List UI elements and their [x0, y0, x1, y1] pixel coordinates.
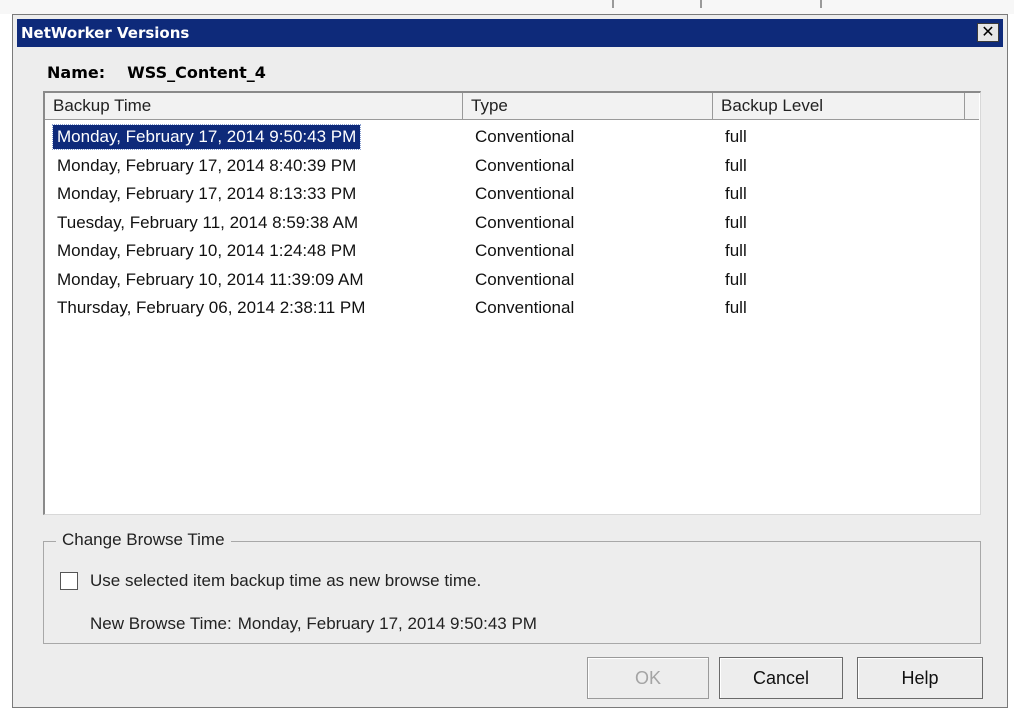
table-row[interactable]: Tuesday, February 11, 2014 8:59:38 AM Co… — [45, 209, 979, 238]
cell-backup-level: full — [725, 212, 747, 232]
new-browse-time-label: New Browse Time: — [90, 614, 232, 633]
cell-backup-time: Monday, February 17, 2014 9:50:43 PM — [51, 124, 362, 150]
cell-backup-time: Monday, February 17, 2014 8:13:33 PM — [57, 184, 357, 203]
column-header-backup-level[interactable]: Backup Level — [713, 93, 965, 119]
cell-type: Conventional — [475, 155, 575, 175]
group-label: Change Browse Time — [56, 530, 231, 550]
ok-button[interactable]: OK — [587, 657, 709, 699]
cell-backup-level: full — [725, 127, 747, 146]
close-icon: ✕ — [981, 24, 995, 41]
cell-type: Conventional — [475, 269, 575, 289]
title-bar[interactable]: NetWorker Versions ✕ — [17, 19, 1003, 47]
table-row[interactable]: Monday, February 10, 2014 1:24:48 PM Con… — [45, 237, 979, 266]
list-rows: Monday, February 17, 2014 9:50:43 PM Con… — [45, 123, 979, 323]
background-divider — [820, 0, 822, 8]
background-divider — [612, 0, 614, 8]
use-selected-time-checkbox[interactable] — [60, 572, 78, 590]
new-browse-time-row: New Browse Time: Monday, February 17, 201… — [90, 614, 537, 634]
cell-backup-level: full — [725, 184, 747, 203]
cell-type: Conventional — [475, 212, 575, 232]
help-button[interactable]: Help — [857, 657, 983, 699]
table-row[interactable]: Monday, February 17, 2014 9:50:43 PM Con… — [45, 123, 979, 152]
cell-backup-time: Monday, February 10, 2014 11:39:09 AM — [57, 269, 364, 289]
background-divider — [700, 0, 702, 8]
versions-list[interactable]: Backup Time Type Backup Level Monday, Fe… — [43, 91, 981, 515]
table-row[interactable]: Monday, February 17, 2014 8:40:39 PM Con… — [45, 152, 979, 181]
cell-backup-time: Thursday, February 06, 2014 2:38:11 PM — [57, 298, 366, 317]
cell-backup-level: full — [725, 241, 747, 260]
column-header-backup-time[interactable]: Backup Time — [45, 93, 463, 119]
list-header: Backup Time Type Backup Level — [45, 93, 979, 120]
cell-backup-time: Tuesday, February 11, 2014 8:59:38 AM — [57, 212, 359, 232]
table-row[interactable]: Thursday, February 06, 2014 2:38:11 PM C… — [45, 294, 979, 323]
column-header-type[interactable]: Type — [463, 93, 713, 119]
networker-versions-dialog: NetWorker Versions ✕ Name: WSS_Content_4 … — [12, 14, 1008, 708]
table-row[interactable]: Monday, February 17, 2014 8:13:33 PM Con… — [45, 180, 979, 209]
cancel-button[interactable]: Cancel — [719, 657, 843, 699]
table-row[interactable]: Monday, February 10, 2014 11:39:09 AM Co… — [45, 266, 979, 295]
cell-backup-time: Monday, February 10, 2014 1:24:48 PM — [57, 241, 357, 260]
name-row: Name: WSS_Content_4 — [47, 63, 266, 82]
change-browse-time-group: Change Browse Time Use selected item bac… — [43, 530, 981, 644]
cell-backup-time: Monday, February 17, 2014 8:40:39 PM — [57, 155, 357, 175]
cell-type: Conventional — [475, 127, 575, 146]
dialog-title: NetWorker Versions — [21, 24, 190, 42]
background-window-strip — [0, 0, 1014, 14]
cell-backup-level: full — [725, 269, 747, 289]
cell-backup-level: full — [725, 298, 747, 317]
close-button[interactable]: ✕ — [977, 23, 999, 42]
name-label: Name: — [47, 63, 106, 82]
cell-backup-level: full — [725, 155, 747, 175]
cell-type: Conventional — [475, 184, 575, 203]
checkbox-label[interactable]: Use selected item backup time as new bro… — [90, 571, 481, 591]
name-value: WSS_Content_4 — [127, 63, 266, 82]
new-browse-time-value: Monday, February 17, 2014 9:50:43 PM — [237, 614, 537, 633]
cell-type: Conventional — [475, 241, 575, 260]
cell-type: Conventional — [475, 298, 575, 317]
